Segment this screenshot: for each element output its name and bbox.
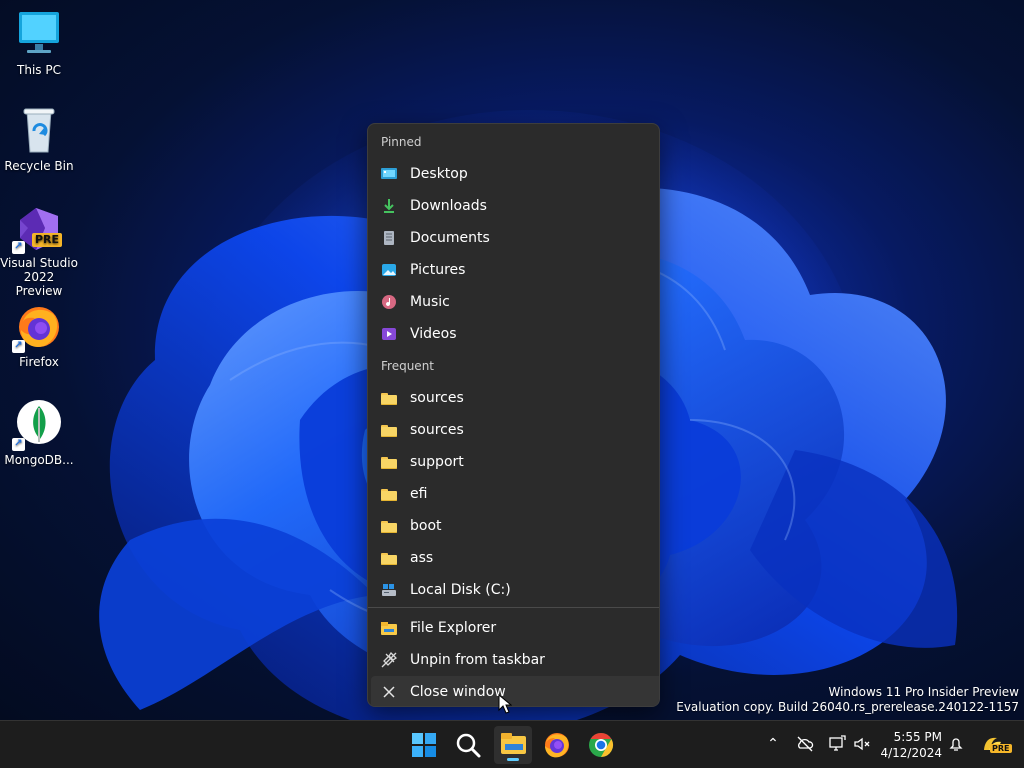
copilot-preview-button[interactable]: PRE (980, 734, 1012, 754)
file-explorer-icon (381, 620, 397, 636)
search-button[interactable] (449, 726, 487, 764)
frequent-item-label: support (410, 454, 464, 470)
visual-studio-icon: PRE ↗ (12, 203, 64, 254)
action-label: File Explorer (410, 620, 497, 636)
desktop-icon-label: Recycle Bin (4, 159, 74, 173)
action-label: Close window (410, 684, 506, 700)
frequent-item-sources[interactable]: sources (368, 414, 659, 446)
frequent-item-sources[interactable]: sources (368, 382, 659, 414)
frequent-item-label: ass (410, 550, 434, 566)
copilot-preview-badge: PRE (990, 744, 1012, 753)
pinned-item-pictures[interactable]: Pictures (368, 254, 659, 286)
folder-icon (381, 518, 397, 534)
recycle-bin-icon (14, 106, 64, 156)
pinned-item-music[interactable]: Music (368, 286, 659, 318)
monitor-icon (14, 10, 64, 60)
frequent-item-label: sources (410, 390, 464, 406)
close-window-item[interactable]: Close window (371, 676, 659, 706)
pinned-item-label: Music (410, 294, 450, 310)
pinned-item-downloads[interactable]: Downloads (368, 190, 659, 222)
watermark-edition: Windows 11 Pro Insider Preview (828, 685, 1019, 699)
frequent-item-label: Local Disk (C:) (410, 582, 511, 598)
frequent-item-local-disk[interactable]: Local Disk (C:) (368, 574, 659, 606)
desktop-icon-this-pc[interactable]: This PC (0, 10, 78, 77)
firefox-icon (545, 733, 569, 758)
clock-time: 5:55 PM (893, 730, 942, 744)
desktop-icon-label: Firefox (19, 355, 59, 369)
onedrive-offline-icon[interactable] (795, 734, 815, 754)
notifications-button[interactable] (946, 734, 966, 754)
bell-icon (949, 738, 963, 751)
desktop-icon-label: This PC (17, 63, 61, 77)
frequent-item-label: boot (410, 518, 442, 534)
shortcut-arrow-icon: ↗ (12, 438, 25, 451)
desktop-icon-label: Visual Studio 2022 Preview (0, 256, 78, 298)
mongodb-icon: ↗ (12, 400, 64, 451)
taskbar: ⌃ 5:55 PM 4/12/2024 PRE (0, 720, 1024, 768)
frequent-item-efi[interactable]: efi (368, 478, 659, 510)
firefox-taskbar-button[interactable] (538, 726, 576, 764)
document-icon (381, 230, 397, 246)
desktop-icon-recycle-bin[interactable]: Recycle Bin (0, 106, 78, 173)
video-icon (381, 326, 397, 342)
pinned-section-title: Pinned (381, 135, 422, 149)
folder-icon (381, 550, 397, 566)
frequent-item-boot[interactable]: boot (368, 510, 659, 542)
search-icon (456, 733, 481, 758)
chrome-taskbar-button[interactable] (582, 726, 620, 764)
jump-list-divider (368, 607, 659, 608)
desktop-folder-icon (381, 166, 397, 182)
network-icon[interactable] (827, 734, 847, 754)
frequent-item-label: sources (410, 422, 464, 438)
shortcut-arrow-icon: ↗ (12, 241, 25, 254)
volume-muted-icon[interactable] (852, 734, 872, 754)
file-explorer-jump-list: Pinned Desktop Downloads Documents Pictu… (367, 123, 660, 707)
desktop-icon-label: MongoDB... (4, 453, 74, 467)
chevron-up-icon: ⌃ (767, 736, 779, 752)
pinned-item-desktop[interactable]: Desktop (368, 158, 659, 190)
show-hidden-icons-button[interactable]: ⌃ (763, 734, 783, 754)
desktop-icon-firefox[interactable]: ↗ Firefox (0, 302, 78, 369)
pinned-item-label: Documents (410, 230, 490, 246)
action-label: Unpin from taskbar (410, 652, 545, 668)
frequent-section-title: Frequent (381, 359, 434, 373)
taskbar-clock[interactable]: 5:55 PM 4/12/2024 (874, 729, 942, 761)
folder-icon (381, 390, 397, 406)
active-app-indicator (507, 758, 519, 761)
folder-icon (381, 454, 397, 470)
frequent-item-label: efi (410, 486, 428, 502)
unpin-from-taskbar-item[interactable]: Unpin from taskbar (368, 644, 659, 676)
pinned-item-videos[interactable]: Videos (368, 318, 659, 350)
pinned-item-label: Downloads (410, 198, 487, 214)
desktop-icon-mongodb[interactable]: ↗ MongoDB... (0, 400, 78, 467)
start-button[interactable] (405, 726, 443, 764)
download-icon (381, 198, 397, 214)
drive-icon (381, 582, 397, 598)
watermark-build: Evaluation copy. Build 26040.rs_prerelea… (676, 700, 1019, 714)
unpin-icon (381, 651, 398, 668)
shortcut-arrow-icon: ↗ (12, 340, 25, 353)
open-file-explorer-item[interactable]: File Explorer (368, 612, 659, 644)
clock-date: 4/12/2024 (880, 746, 942, 760)
frequent-item-ass[interactable]: ass (368, 542, 659, 574)
folder-icon (381, 422, 397, 438)
pictures-icon (381, 262, 397, 278)
folder-icon (381, 486, 397, 502)
pinned-item-label: Videos (410, 326, 457, 342)
music-icon (381, 294, 397, 310)
preview-badge: PRE (31, 233, 62, 247)
pinned-item-documents[interactable]: Documents (368, 222, 659, 254)
close-icon (381, 684, 397, 700)
frequent-item-support[interactable]: support (368, 446, 659, 478)
chrome-icon (589, 733, 614, 757)
pinned-item-label: Desktop (410, 166, 468, 182)
windows-icon (412, 733, 436, 757)
pinned-item-label: Pictures (410, 262, 466, 278)
firefox-icon: ↗ (12, 302, 64, 353)
desktop-icon-visual-studio[interactable]: PRE ↗ Visual Studio 2022 Preview (0, 203, 78, 298)
file-explorer-taskbar-button[interactable] (494, 726, 532, 764)
windows-watermark: Windows 11 Pro Insider Preview Evaluatio… (599, 685, 1019, 715)
